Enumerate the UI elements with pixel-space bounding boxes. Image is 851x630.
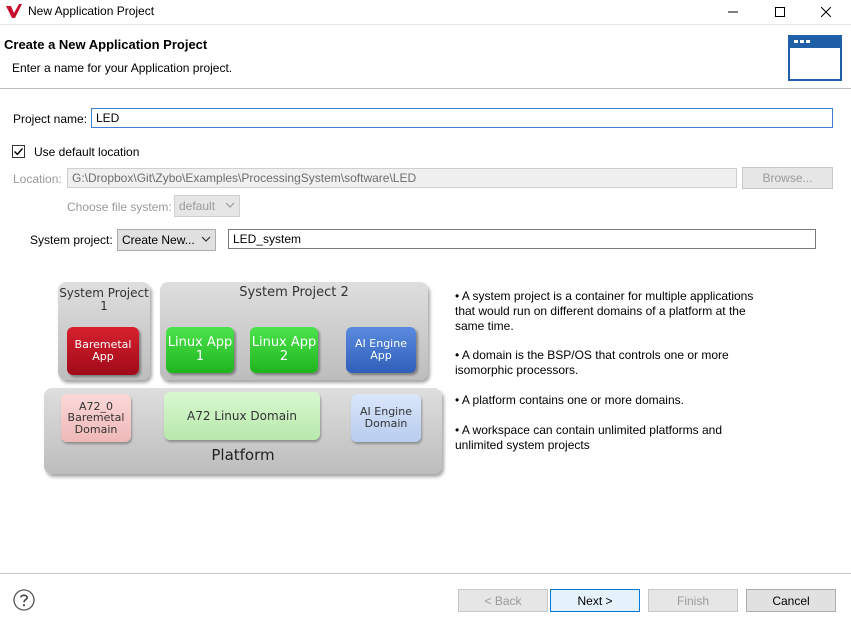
finish-button[interactable]: Finish — [648, 589, 738, 612]
window-title: New Application Project — [28, 4, 155, 18]
location-input[interactable]: G:\Dropbox\Git\Zybo\Examples\ProcessingS… — [67, 168, 737, 188]
minimize-icon — [727, 11, 738, 13]
system-project-name-input[interactable]: LED_system — [228, 229, 816, 249]
wizard-header: Create a New Application Project Enter a… — [0, 24, 851, 89]
a72-linux-domain-box: A72 Linux Domain — [164, 392, 320, 440]
linux-app-2-box: Linux App 2 — [250, 327, 318, 373]
app-logo-icon — [6, 4, 22, 18]
use-default-location-checkbox[interactable] — [12, 145, 25, 158]
header-divider — [0, 88, 851, 89]
system-project-label: System project: — [30, 233, 113, 247]
ai-engine-app-box: AI Engine App — [346, 327, 416, 373]
platform-label: Platform — [211, 446, 275, 465]
baremetal-app-box: Baremetal App — [67, 327, 139, 375]
checkbox-check-icon — [14, 148, 24, 156]
minimize-button[interactable] — [710, 0, 755, 24]
wizard-window-icon — [788, 35, 842, 81]
footer-divider — [0, 573, 851, 574]
browse-button[interactable]: Browse... — [742, 167, 833, 189]
file-system-select[interactable]: default — [174, 195, 240, 217]
use-default-location-label: Use default location — [34, 145, 140, 159]
info-bullet-1: • A system project is a container for mu… — [455, 289, 754, 333]
back-button[interactable]: < Back — [458, 589, 548, 612]
system-project-2-label: System Project 2 — [239, 285, 349, 301]
maximize-button[interactable] — [757, 0, 802, 24]
system-project-option: Create New... — [122, 233, 195, 247]
info-bullet-3: • A platform contains one or more domain… — [455, 393, 684, 407]
page-description: Enter a name for your Application projec… — [12, 61, 233, 75]
help-icon[interactable] — [13, 589, 35, 611]
project-name-label: Project name: — [13, 112, 88, 126]
system-project-select[interactable]: Create New... — [117, 229, 216, 251]
next-button[interactable]: Next > — [550, 589, 640, 612]
system-project-1-label: System Project 1 — [59, 286, 149, 313]
file-system-value: default — [179, 199, 216, 213]
linux-app-1-box: Linux App 1 — [166, 327, 234, 373]
title-bar: New Application Project — [0, 0, 851, 24]
a72-baremetal-domain-box: A72_0 Baremetal Domain — [61, 394, 131, 442]
cancel-button[interactable]: Cancel — [746, 589, 836, 612]
close-button[interactable] — [803, 0, 848, 24]
project-name-input[interactable]: LED — [91, 108, 833, 128]
close-icon — [820, 7, 831, 17]
file-system-label: Choose file system: — [67, 200, 172, 214]
info-bullet-2: • A domain is the BSP/OS that controls o… — [455, 348, 729, 377]
info-bullet-4: • A workspace can contain unlimited plat… — [455, 423, 723, 452]
maximize-icon — [774, 7, 785, 17]
location-label: Location: — [13, 172, 62, 186]
page-title: Create a New Application Project — [4, 37, 208, 52]
ai-engine-domain-box: AI Engine Domain — [351, 394, 421, 442]
dropdown-arrow-icon — [201, 236, 211, 242]
dropdown-arrow-icon — [225, 202, 235, 208]
